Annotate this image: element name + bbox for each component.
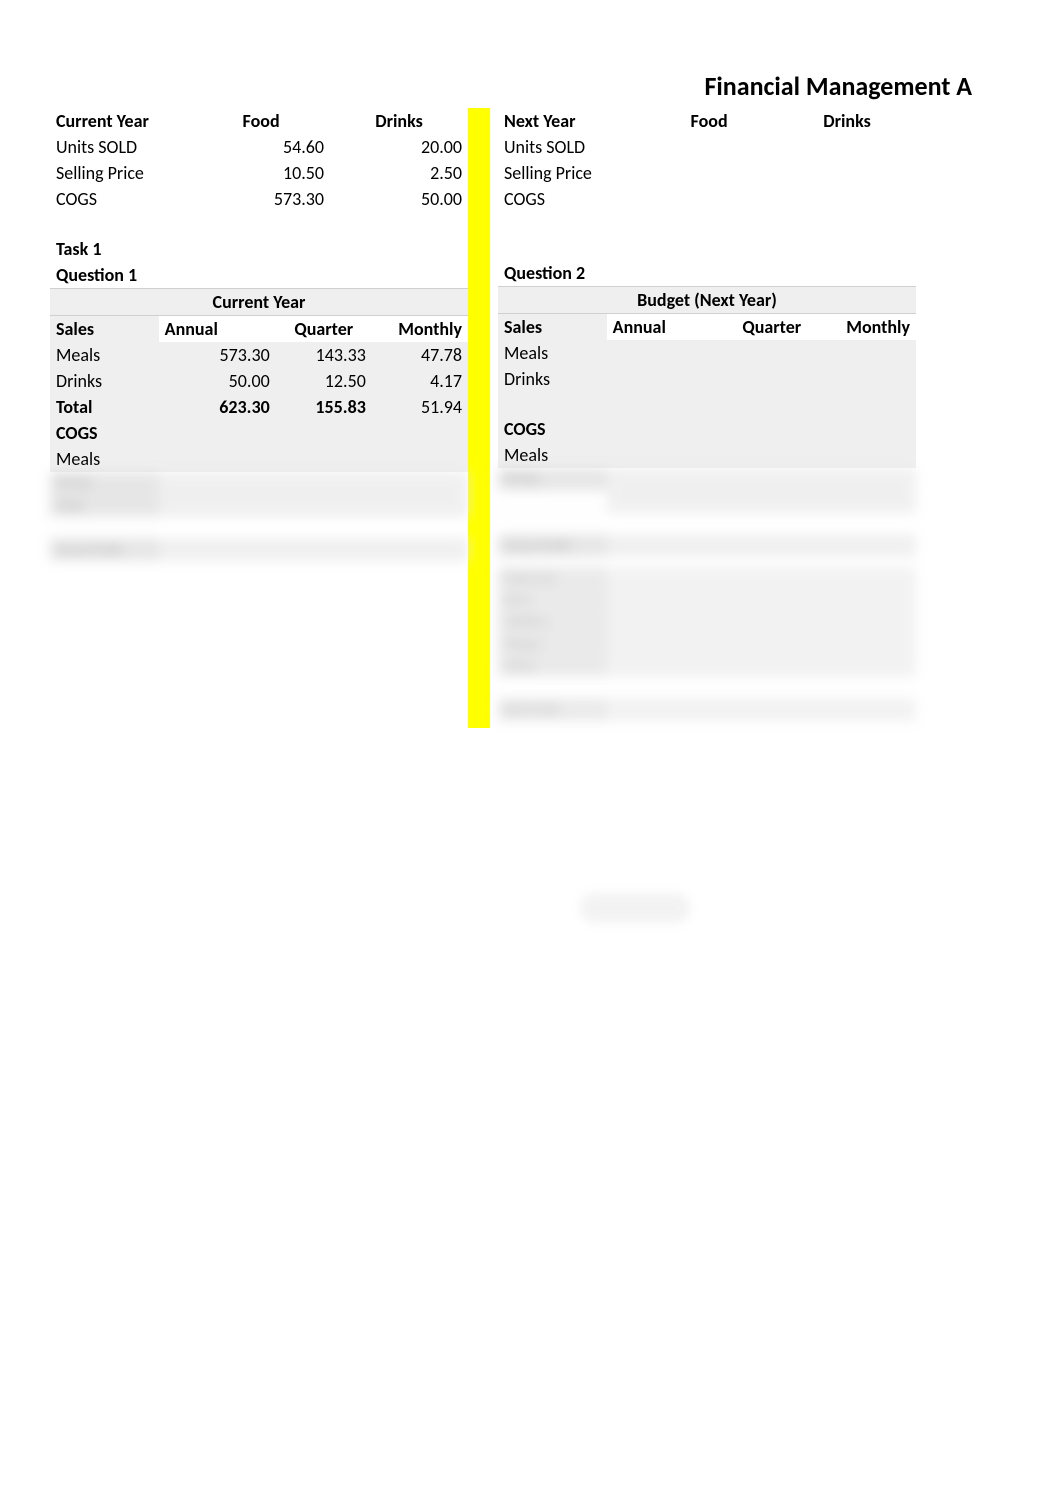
current-year-summary-table: Current Year Food Drinks Units SOLD 54.6… (50, 108, 468, 262)
row-cogs: COGS 573.30 50.00 (50, 186, 468, 212)
q1-drinks-quarter: 12.50 (276, 368, 372, 394)
q2-row-drinks: Drinks (498, 366, 916, 392)
q2-col-sales: Sales (498, 314, 607, 341)
question2-label: Question 2 (498, 260, 607, 287)
task1-title: Task 1 (50, 236, 192, 262)
next-year-col-drinks: Drinks (778, 108, 916, 134)
q1-col-sales: Sales (50, 316, 159, 343)
q1-drinks-annual: 50.00 (159, 368, 276, 394)
q2-col-annual: Annual (607, 314, 724, 341)
selling-price-food: 10.50 (192, 160, 330, 186)
ny-label-selling-price: Selling Price (498, 160, 640, 186)
row-selling-price: Selling Price 10.50 2.50 (50, 160, 468, 186)
q1-meals-quarter: 143.33 (276, 342, 372, 368)
q1-row-meals: Meals 573.30 143.33 47.78 (50, 342, 468, 368)
ny-row-cogs: COGS (498, 186, 916, 212)
q2-row-cogs-meals: Meals (498, 442, 916, 468)
q1-drinks-label: Drinks (50, 368, 159, 394)
q1-col-monthly: Monthly (372, 316, 468, 343)
q1-total-monthly: 51.94 (372, 394, 468, 420)
blurred-button (580, 893, 690, 923)
q2-subheader: Budget (Next Year) (498, 287, 916, 314)
content-area: Current Year Food Drinks Units SOLD 54.6… (50, 108, 916, 728)
q1-total-quarter: 155.83 (276, 394, 372, 420)
page-title: Financial Management A (704, 70, 972, 102)
current-year-col-drinks: Drinks (330, 108, 468, 134)
q2-col-monthly: Monthly (820, 314, 916, 341)
q1-row-drinks: Drinks 50.00 12.50 4.17 (50, 368, 468, 394)
right-column: Next Year Food Drinks Units SOLD Selling… (498, 108, 916, 728)
row-units-sold: Units SOLD 54.60 20.00 (50, 134, 468, 160)
question1-table: Question 1 Current Year Sales Annual Qua… (50, 262, 468, 472)
q1-row-cogs-header: COGS (50, 420, 468, 446)
q2-drinks-label: Drinks (498, 366, 607, 392)
label-selling-price: Selling Price (50, 160, 192, 186)
next-year-header: Next Year (498, 108, 640, 134)
label-cogs: COGS (50, 186, 192, 212)
ny-row-units-sold: Units SOLD (498, 134, 916, 160)
q1-drinks-monthly: 4.17 (372, 368, 468, 394)
q1-total-label: Total (50, 394, 159, 420)
q2-cogs-meals-label: Meals (498, 442, 607, 468)
selling-price-drinks: 2.50 (330, 160, 468, 186)
q2-row-meals: Meals (498, 340, 916, 366)
highlight-divider (468, 108, 490, 728)
q1-subheader: Current Year (50, 289, 468, 316)
q2-cogs-label: COGS (498, 416, 607, 442)
ny-label-cogs: COGS (498, 186, 640, 212)
q1-cogs-meals-label: Meals (50, 446, 159, 472)
cogs-drinks: 50.00 (330, 186, 468, 212)
ny-label-units-sold: Units SOLD (498, 134, 640, 160)
ny-row-selling-price: Selling Price (498, 160, 916, 186)
question1-label: Question 1 (50, 262, 159, 289)
q1-meals-label: Meals (50, 342, 159, 368)
q1-blurred-rows: Drinks Total Gross Profit (50, 472, 468, 561)
q1-col-annual: Annual (159, 316, 276, 343)
q2-blurred-rows-1: Drinks Gross Profit (498, 468, 916, 557)
q1-row-cogs-meals: Meals (50, 446, 468, 472)
q2-meals-label: Meals (498, 340, 607, 366)
units-sold-drinks: 20.00 (330, 134, 468, 160)
q1-meals-annual: 573.30 (159, 342, 276, 368)
label-units-sold: Units SOLD (50, 134, 192, 160)
q1-col-quarter: Quarter (276, 316, 372, 343)
units-sold-food: 54.60 (192, 134, 330, 160)
current-year-header: Current Year (50, 108, 192, 134)
q1-total-annual: 623.30 (159, 394, 276, 420)
question2-table: Question 2 Budget (Next Year) Sales Annu… (498, 260, 916, 468)
q2-blurred-rows-2: Expenses Rent Utilities Wages Other Net … (498, 567, 916, 722)
next-year-summary-table: Next Year Food Drinks Units SOLD Selling… (498, 108, 916, 260)
next-year-col-food: Food (640, 108, 778, 134)
q2-col-quarter: Quarter (724, 314, 820, 341)
left-column: Current Year Food Drinks Units SOLD 54.6… (50, 108, 468, 728)
q1-meals-monthly: 47.78 (372, 342, 468, 368)
q2-row-cogs-header: COGS (498, 416, 916, 442)
cogs-food: 573.30 (192, 186, 330, 212)
current-year-col-food: Food (192, 108, 330, 134)
q1-cogs-label: COGS (50, 420, 159, 446)
q1-row-total: Total 623.30 155.83 51.94 (50, 394, 468, 420)
